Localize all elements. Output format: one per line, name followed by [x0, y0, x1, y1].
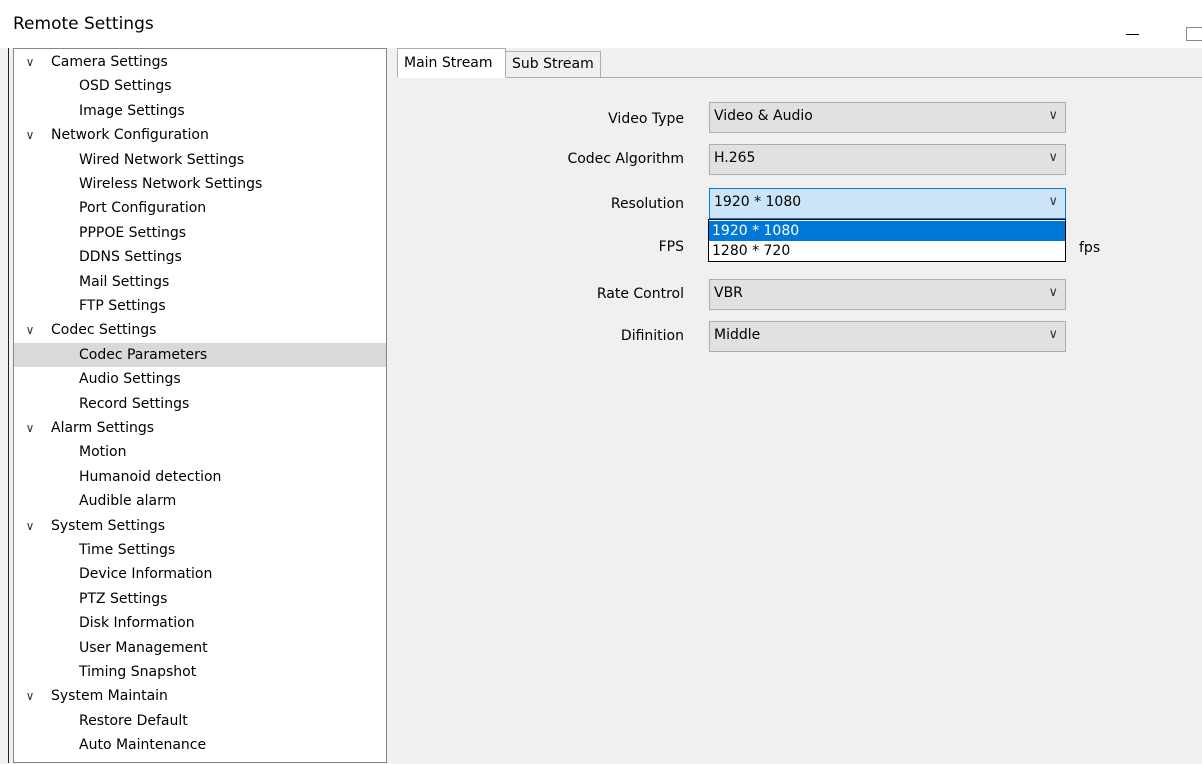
tree-item-label: Disk Information	[79, 615, 195, 632]
tree-item-label: Motion	[79, 444, 127, 461]
tree-item-label: PTZ Settings	[79, 590, 168, 607]
fps-unit-label: fps	[1079, 240, 1101, 256]
codec-algorithm-label: Codec Algorithm	[567, 151, 684, 167]
tree-motion[interactable]: Motion	[14, 440, 386, 464]
chevron-down-icon[interactable]: ∨	[23, 684, 37, 708]
chevron-down-icon: ∨	[1048, 327, 1058, 342]
tree-item-label: System Settings	[51, 517, 166, 534]
fps-label: FPS	[658, 239, 684, 255]
chevron-down-icon: ∨	[1048, 150, 1058, 165]
tree-pppoe-settings[interactable]: PPPOE Settings	[14, 221, 386, 245]
settings-tree[interactable]: ∨ Camera Settings OSD Settings Image Settin…	[13, 48, 387, 763]
tree-item-label: Auto Maintenance	[79, 737, 207, 754]
resolution-label: Resolution	[610, 196, 684, 212]
tree-port-configuration[interactable]: Port Configuration	[14, 196, 386, 220]
tree-item-label: FTP Settings	[79, 298, 166, 314]
tree-item-label: System Maintain	[51, 688, 168, 705]
chevron-down-icon: ∨	[1048, 194, 1058, 209]
window-title: Remote Settings	[13, 14, 154, 34]
tree-humanoid-detection[interactable]: Humanoid detection	[14, 465, 386, 489]
tree-item-label: Port Configuration	[79, 200, 207, 217]
tree-item-label: Network Configuration	[51, 127, 209, 144]
tree-audible-alarm[interactable]: Audible alarm	[14, 489, 386, 513]
definition-label: Difinition	[620, 328, 684, 344]
video-type-select[interactable]: Video & Audio ∨	[709, 102, 1066, 133]
tree-item-label: Camera Settings	[51, 54, 168, 70]
chevron-down-icon[interactable]: ∨	[23, 123, 37, 147]
tree-user-management[interactable]: User Management	[14, 636, 386, 660]
tree-system-maintain[interactable]: ∨ System Maintain	[14, 684, 386, 708]
tree-item-label: PPPOE Settings	[79, 224, 187, 241]
resolution-option-1280x720[interactable]: 1280 * 720	[709, 241, 1065, 261]
rate-control-select[interactable]: VBR ∨	[709, 279, 1066, 310]
tree-mail-settings[interactable]: Mail Settings	[14, 270, 386, 294]
tree-codec-settings[interactable]: ∨ Codec Settings	[14, 318, 386, 342]
tree-item-label: Humanoid detection	[79, 468, 222, 485]
tree-codec-parameters[interactable]: Codec Parameters	[14, 342, 386, 367]
tree-item-label: Codec Settings	[51, 322, 157, 339]
codec-algorithm-select[interactable]: H.265 ∨	[709, 144, 1066, 175]
minimize-button[interactable]	[1126, 34, 1139, 35]
tree-alarm-settings[interactable]: ∨ Alarm Settings	[14, 416, 386, 440]
tree-item-label: Timing Snapshot	[79, 664, 197, 680]
tree-network-configuration[interactable]: ∨ Network Configuration	[14, 123, 386, 147]
tree-item-label: Restore Default	[79, 712, 188, 729]
rate-control-value: VBR	[714, 285, 743, 301]
tree-system-settings[interactable]: ∨ System Settings	[14, 514, 386, 538]
tree-ddns-settings[interactable]: DDNS Settings	[14, 245, 386, 269]
tree-image-settings[interactable]: Image Settings	[14, 99, 386, 123]
maximize-button[interactable]	[1186, 27, 1202, 41]
tree-item-label: DDNS Settings	[79, 249, 182, 266]
tree-disk-information[interactable]: Disk Information	[14, 611, 386, 635]
tree-ftp-settings[interactable]: FTP Settings	[14, 294, 386, 318]
tree-restore-default[interactable]: Restore Default	[14, 709, 386, 733]
tab-panel	[397, 77, 1202, 764]
title-bar: Remote Settings	[0, 0, 1202, 48]
tree-camera-settings[interactable]: ∨ Camera Settings	[14, 50, 386, 74]
chevron-down-icon[interactable]: ∨	[23, 416, 37, 440]
tree-item-label: Device Information	[79, 566, 213, 583]
resolution-select[interactable]: 1920 * 1080 ∨	[709, 188, 1066, 219]
tree-item-label: Image Settings	[79, 102, 185, 119]
tree-item-label: Wired Network Settings	[79, 151, 245, 168]
chevron-down-icon: ∨	[1048, 285, 1058, 300]
tree-osd-settings[interactable]: OSD Settings	[14, 74, 386, 98]
tree-ptz-settings[interactable]: PTZ Settings	[14, 587, 386, 611]
tree-item-label: Record Settings	[79, 395, 190, 412]
tree-timing-snapshot[interactable]: Timing Snapshot	[14, 660, 386, 684]
tab-main-stream[interactable]: Main Stream	[397, 48, 506, 78]
chevron-down-icon[interactable]: ∨	[23, 318, 37, 342]
chevron-down-icon: ∨	[1048, 108, 1058, 123]
tree-item-label: Mail Settings	[79, 273, 170, 290]
codec-algorithm-value: H.265	[714, 150, 756, 166]
tree-item-label: User Management	[79, 639, 208, 656]
tree-wireless-network-settings[interactable]: Wireless Network Settings	[14, 172, 386, 196]
chevron-down-icon[interactable]: ∨	[23, 514, 37, 538]
resolution-value: 1920 * 1080	[714, 194, 802, 210]
tree-item-label: Wireless Network Settings	[79, 176, 263, 192]
tree-item-label: Time Settings	[79, 542, 176, 558]
tree-auto-maintenance[interactable]: Auto Maintenance	[14, 733, 386, 757]
tree-item-label: OSD Settings	[79, 78, 172, 95]
rate-control-label: Rate Control	[596, 286, 684, 302]
video-type-value: Video & Audio	[714, 108, 813, 124]
tree-time-settings[interactable]: Time Settings	[14, 538, 386, 562]
resolution-option-1920x1080[interactable]: 1920 * 1080	[709, 221, 1065, 241]
tree-record-settings[interactable]: Record Settings	[14, 392, 386, 416]
window-left-edge	[8, 48, 9, 763]
tree-item-label: Alarm Settings	[51, 420, 155, 436]
chevron-down-icon[interactable]: ∨	[23, 50, 37, 74]
tree-wired-network-settings[interactable]: Wired Network Settings	[14, 148, 386, 172]
definition-select[interactable]: Middle ∨	[709, 321, 1066, 352]
tree-device-information[interactable]: Device Information	[14, 562, 386, 586]
resolution-dropdown-list: 1920 * 1080 1280 * 720	[708, 219, 1066, 262]
tree-item-label: Audio Settings	[79, 371, 181, 388]
tab-sub-stream[interactable]: Sub Stream	[505, 51, 601, 78]
tree-item-label: Codec Parameters	[79, 346, 208, 363]
definition-value: Middle	[714, 327, 761, 343]
tree-item-label: Audible alarm	[79, 493, 177, 510]
video-type-label: Video Type	[608, 111, 684, 127]
tree-audio-settings[interactable]: Audio Settings	[14, 367, 386, 391]
